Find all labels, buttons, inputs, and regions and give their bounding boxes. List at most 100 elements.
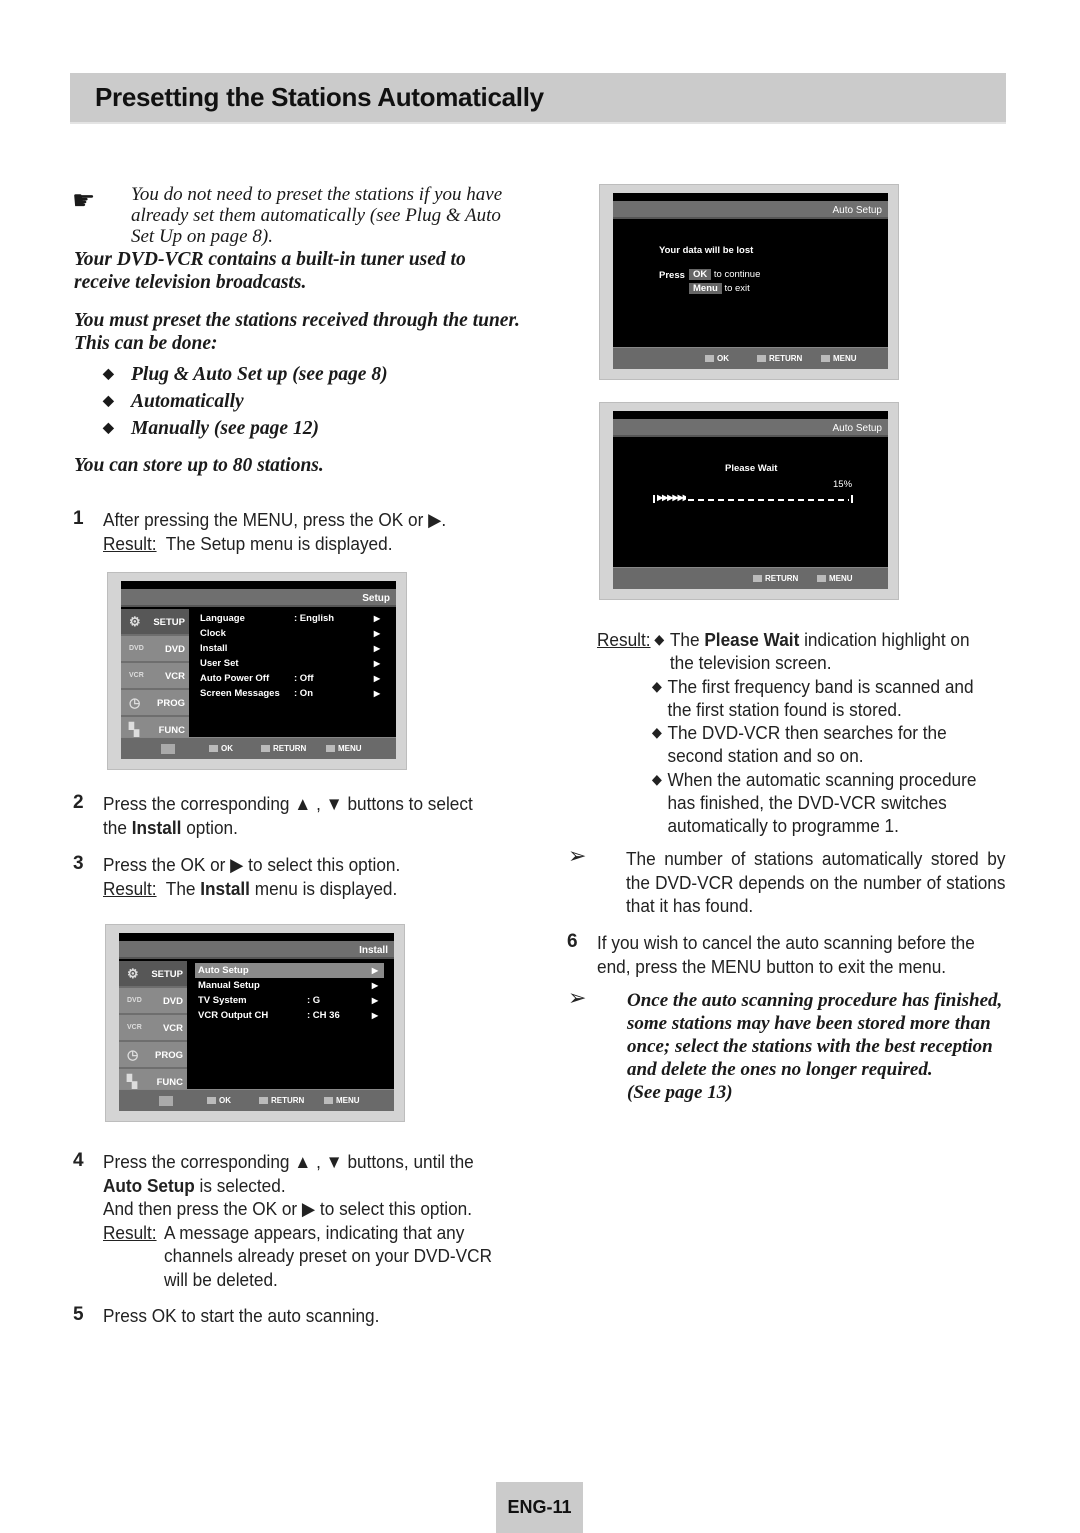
- tip-stations-count: The number of stations automatically sto…: [626, 848, 1006, 916]
- vcr-icon: VCR: [127, 1024, 142, 1031]
- press-label: Press: [659, 270, 685, 281]
- ok-icon: [705, 355, 714, 362]
- footer-label: MENU: [336, 1096, 360, 1105]
- footer-menu: MENU: [324, 1096, 360, 1105]
- side-label: FUNC: [156, 1077, 183, 1088]
- side-label: DVD: [162, 996, 183, 1007]
- step-4-result: Result: A message appears, indicating tha…: [103, 1221, 531, 1292]
- play-arrow-icon: ▶: [371, 996, 378, 1005]
- menu-row: Manual Setup ▶: [195, 978, 384, 993]
- footer-label: OK: [717, 354, 729, 363]
- menu-row-value: : English: [294, 613, 335, 624]
- install-keyword: Install: [131, 816, 182, 838]
- diamond-bullet-icon: ◆: [103, 367, 114, 382]
- screen-footer: OK RETURN MENU: [119, 1089, 394, 1111]
- menu-icon: [817, 575, 826, 582]
- diamond-bullet-icon: ◆: [651, 677, 662, 694]
- menu-row: VCR Output CH: CH 36 ▶: [195, 1008, 384, 1023]
- side-menu-vcr: VCR VCR: [121, 663, 189, 690]
- step-3: Press the OK or ▶ to select this option.…: [103, 853, 531, 900]
- menu-row: Language: English ▶: [197, 611, 386, 626]
- ok-icon: [207, 1097, 216, 1104]
- step-number: 3: [73, 853, 84, 874]
- side-label: DVD: [164, 644, 185, 655]
- list-item-text: Manually (see page 12): [131, 418, 319, 439]
- menu-row-label: VCR Output CH: [198, 1010, 269, 1021]
- progress-fill: ▶▶▶▶▶▶▶▶▶▶▶: [657, 493, 686, 502]
- footer-label: RETURN: [273, 744, 307, 753]
- side-menu-prog: ◷ PROG: [119, 1042, 187, 1069]
- result-item: ◆ When the automatic scanning procedure h…: [597, 768, 1006, 838]
- page-reference: (See page 13): [627, 1082, 733, 1103]
- step-number: 2: [73, 792, 84, 813]
- vcr-icon: VCR: [129, 672, 144, 679]
- footer-return: RETURN: [757, 354, 802, 363]
- warning-message: Your data will be lost: [659, 245, 754, 256]
- progress-percent: 15%: [833, 479, 853, 490]
- list-item: ◆ Manually (see page 12): [103, 415, 388, 442]
- menu-row: TV System : G ▶: [195, 993, 384, 1008]
- side-menu-setup: ⚙ SETUP: [119, 961, 187, 988]
- intro-paragraph-preset: You must preset the stations received th…: [74, 310, 520, 354]
- progress-end-tick: [851, 495, 853, 503]
- footer-label: MENU: [829, 574, 853, 583]
- dvd-icon: DVD: [127, 997, 142, 1004]
- result-text: The Setup menu is displayed.: [165, 532, 393, 554]
- footer-ok: OK: [705, 354, 729, 363]
- side-menu-prog: ◷ PROG: [121, 690, 189, 717]
- play-arrow-icon: ▶: [373, 614, 380, 623]
- result-item-text: The first frequency band is scanned and …: [667, 675, 974, 720]
- auto-setup-keyword: Auto Setup: [103, 1174, 195, 1196]
- ok-icon: [209, 745, 218, 752]
- menu-row: Install ▶: [197, 641, 386, 656]
- gear-icon: ⚙: [127, 966, 139, 981]
- menu-exit-line: Menu to exit: [689, 283, 750, 294]
- side-label: FUNC: [158, 725, 185, 736]
- result-text: A message appears, indicating that any c…: [163, 1221, 493, 1290]
- screen-display: Auto Setup Please Wait 15% ▶▶▶▶▶▶▶▶▶▶▶ R…: [613, 411, 888, 589]
- install-menu-screen: Install ⚙ SETUP DVD DVD VCR VCR ◷ PROG ▚ FUNC…: [105, 924, 405, 1122]
- footer-label: RETURN: [765, 574, 799, 583]
- footer-label: RETURN: [769, 354, 803, 363]
- progress-remaining: [688, 499, 849, 501]
- play-arrow-icon: ▶: [371, 1011, 378, 1020]
- result-text-end: menu is displayed.: [249, 877, 398, 899]
- menu-row-label: Screen Messages: [200, 688, 280, 699]
- menu-row-label: TV System: [198, 995, 247, 1006]
- step-3-text: Press the OK or ▶ to select this option.: [103, 854, 401, 875]
- screen-header: Setup: [121, 589, 396, 607]
- side-label: VCR: [162, 1023, 183, 1034]
- side-label: SETUP: [151, 969, 183, 980]
- menu-row: Auto Power Off: Off ▶: [197, 671, 386, 686]
- result-text: The: [669, 629, 705, 650]
- menu-row-selected: Auto Setup ▶: [195, 963, 384, 978]
- menu-key: Menu: [689, 283, 722, 294]
- navigation-icon: [161, 744, 175, 754]
- play-arrow-icon: ▶: [371, 981, 378, 990]
- result-label: Result:: [103, 1221, 157, 1243]
- play-arrow-icon: ▶: [373, 674, 380, 683]
- diamond-bullet-icon: ◆: [654, 631, 665, 647]
- menu-row-value: : G: [307, 995, 321, 1006]
- footer-label: OK: [219, 1096, 231, 1105]
- ok-continue-line: OK to continue: [689, 269, 760, 280]
- progress-start-tick: [653, 495, 655, 503]
- step-number: 4: [73, 1150, 84, 1171]
- menu-row: Screen Messages: On ▶: [197, 686, 386, 701]
- diamond-bullet-icon: ◆: [103, 394, 114, 409]
- note-text: You do not need to preset the stations i…: [131, 184, 503, 247]
- menu-row-value: : On: [294, 688, 313, 699]
- clock-icon: ◷: [129, 695, 141, 710]
- step-1-result: Result: The Setup menu is displayed.: [103, 532, 531, 556]
- storage-capacity-note: You can store up to 80 stations.: [74, 455, 324, 476]
- please-wait-message: Please Wait: [725, 463, 778, 474]
- clock-icon: ◷: [127, 1047, 139, 1062]
- step-1-text: After pressing the MENU, press the OK or…: [103, 509, 447, 530]
- footer-label: OK: [221, 744, 233, 753]
- continue-text: to continue: [713, 269, 761, 280]
- footer-ok: OK: [209, 744, 233, 753]
- play-arrow-icon: ▶: [373, 644, 380, 653]
- footer-return: RETURN: [259, 1096, 304, 1105]
- note-arrow-icon: ➢: [568, 843, 587, 868]
- install-menu-list: Auto Setup ▶ Manual Setup ▶ TV System: G ▶ …: [195, 963, 384, 1023]
